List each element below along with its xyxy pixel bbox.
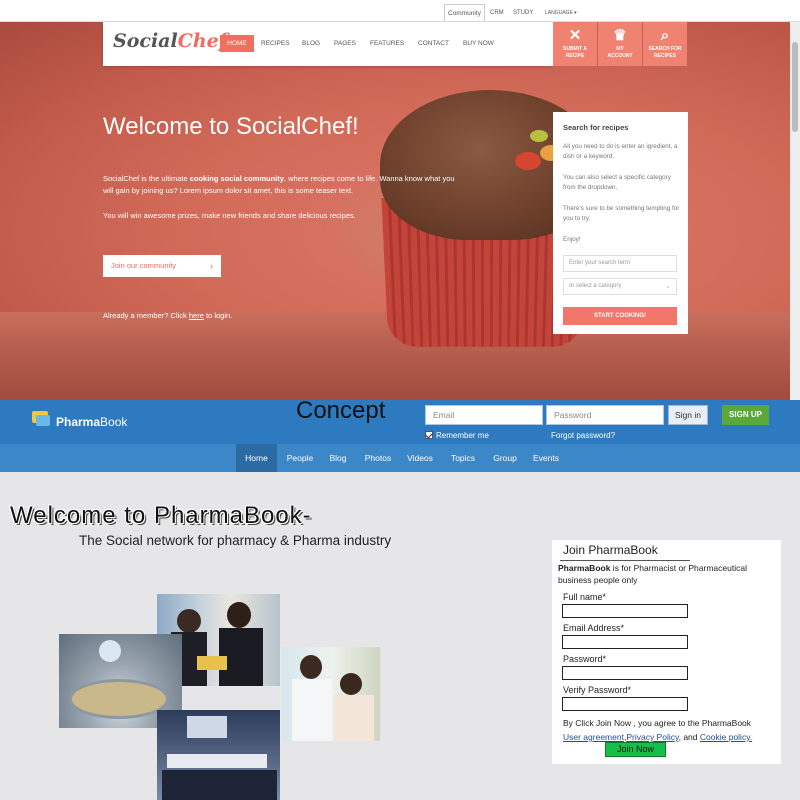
my-account-button[interactable]: ♛ MY ACCOUNT [598,22,642,66]
join-community-button[interactable]: Join our community › [103,255,221,277]
chevron-down-icon: ⌄ [665,283,671,290]
nav-events[interactable]: Events [528,444,564,472]
hero-intro: SocialChef is the ultimate cooking socia… [103,174,455,195]
email-address-field[interactable] [562,635,688,649]
email-address-label: Email Address* [563,623,625,633]
join-pharmabook-form: Join PharmaBook PharmaBook is for Pharma… [552,540,781,764]
password-field[interactable] [562,666,688,680]
cookie-policy-link[interactable]: Cookie policy. [700,732,752,742]
tab-community[interactable]: Community [444,4,485,21]
category-select[interactable]: or select a category ⌄ [563,278,677,295]
nav-people[interactable]: People [282,444,318,472]
page-scrollbar[interactable] [790,22,800,400]
remember-checkbox[interactable] [425,431,433,439]
language-dropdown[interactable]: LANGUAGE ▾ [545,10,577,16]
search-help-2: You can also select a specific category … [563,174,671,191]
search-recipes-button[interactable]: ⌕ SEARCH FOR RECIPES [643,22,687,66]
nav-recipes[interactable]: RECIPES [261,40,290,47]
join-form-title: Join PharmaBook [563,543,658,557]
nav-buy-now[interactable]: BUY NOW [463,40,494,47]
pharmabook-welcome-title: Welcome to PharmaBook- [10,502,312,529]
privacy-policy-link[interactable]: Privacy Policy [626,732,678,742]
chat-bubble-blue-icon [36,415,50,426]
user-agreement-link[interactable]: User agreement [563,732,624,742]
search-input[interactable]: Enter your search term [563,255,677,272]
verify-password-label: Verify Password* [563,685,632,695]
search-panel: Search for recipes All you need to do is… [553,112,688,334]
join-form-description: PharmaBook is for Pharmacist or Pharmace… [558,563,747,585]
nav-blog-pb[interactable]: Blog [322,444,354,472]
nav-blog[interactable]: BLOG [302,40,320,47]
remember-me[interactable]: Remember me [425,431,489,440]
chevron-right-icon: › [210,261,213,271]
logo-social: Social [113,30,178,52]
search-help-3: There's sure to be something tempting fo… [563,205,680,222]
pharmabook-logo[interactable]: PharmaBook [56,415,127,429]
nav-topics[interactable]: Topics [445,444,481,472]
scrollbar-thumb[interactable] [792,42,798,132]
email-input[interactable]: Email [425,405,543,425]
nav-contact[interactable]: CONTACT [418,40,449,47]
tab-crm[interactable]: CRM [490,10,504,16]
nav-photos[interactable]: Photos [360,444,396,472]
socialchef-logo[interactable]: SocialChef [113,30,227,52]
submit-recipe-button[interactable]: ✕ SUBMIT A RECIPE [553,22,597,66]
full-name-label: Full name* [563,592,607,602]
agreement-text: By Click Join Now , you agree to the Pha… [563,718,753,742]
tab-study[interactable]: STUDY [513,10,533,16]
join-now-button[interactable]: Join Now [605,742,666,757]
password-label: Password* [563,654,607,664]
search-icon: ⌕ [660,27,670,44]
password-input[interactable]: Password [546,405,664,425]
pharmabook-nav [0,444,800,472]
nav-features[interactable]: FEATURES [370,40,404,47]
concept-label: Concept [296,397,386,424]
verify-password-field[interactable] [562,697,688,711]
utensils-icon: ✕ [568,27,582,44]
start-cooking-button[interactable]: START COOKING! [563,307,677,325]
login-link[interactable]: here [189,311,204,320]
title-divider [560,560,690,561]
pharmabook-subtitle: The Social network for pharmacy & Pharma… [79,533,392,548]
full-name-field[interactable] [562,604,688,618]
forgot-password-link[interactable]: Forgot password? [551,431,615,440]
hero-title: Welcome to SocialChef! [103,113,359,140]
nav-pages[interactable]: PAGES [334,40,356,47]
nav-videos[interactable]: Videos [402,444,438,472]
pharmacy-counter-photo [282,647,380,741]
search-help-1: All you need to do is enter an igredient… [563,143,678,160]
nav-home-pb[interactable]: Home [236,444,277,472]
nav-group[interactable]: Group [487,444,523,472]
top-strip: Community CRM STUDY LANGUAGE ▾ [0,0,800,22]
conference-photo [157,710,280,800]
search-heading: Search for recipes [563,123,629,132]
hero-prizes-text: You will win awesome prizes, make new fr… [103,211,356,220]
login-prompt: Already a member? Click here to login. [103,311,233,320]
sign-in-button[interactable]: Sign in [668,405,708,425]
sign-up-button[interactable]: SIGN UP [722,405,769,425]
chef-hat-icon: ♛ [613,27,627,44]
nav-home[interactable]: HOME [220,35,254,52]
search-help-4: Enjoy! [563,236,581,243]
